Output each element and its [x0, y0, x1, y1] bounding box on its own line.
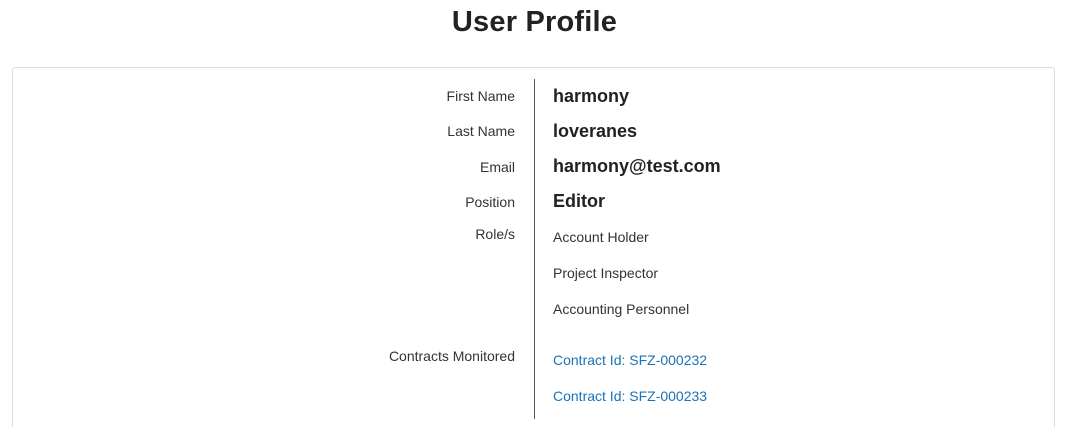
role-item: Accounting Personnel: [553, 301, 690, 317]
page-title: User Profile: [451, 6, 618, 38]
role-item: Account Holder: [553, 229, 649, 245]
email-value: harmony@test.com: [553, 156, 721, 176]
contract-link[interactable]: Contract Id: SFZ-000232: [553, 352, 707, 368]
position-value: Editor: [553, 191, 605, 211]
last-name-value: loveranes: [553, 121, 638, 141]
email-label: Email: [479, 159, 515, 175]
role-item: Project Inspector: [553, 265, 659, 281]
last-name-label: Last Name: [447, 123, 515, 139]
first-name-label: First Name: [446, 88, 515, 104]
position-label: Position: [465, 194, 515, 210]
contracts-monitored-label: Contracts Monitored: [388, 348, 515, 364]
contract-link[interactable]: Contract Id: SFZ-000233: [553, 388, 707, 404]
roles-label: Role/s: [475, 226, 515, 242]
first-name-value: harmony: [553, 86, 630, 106]
column-divider: [534, 79, 535, 419]
